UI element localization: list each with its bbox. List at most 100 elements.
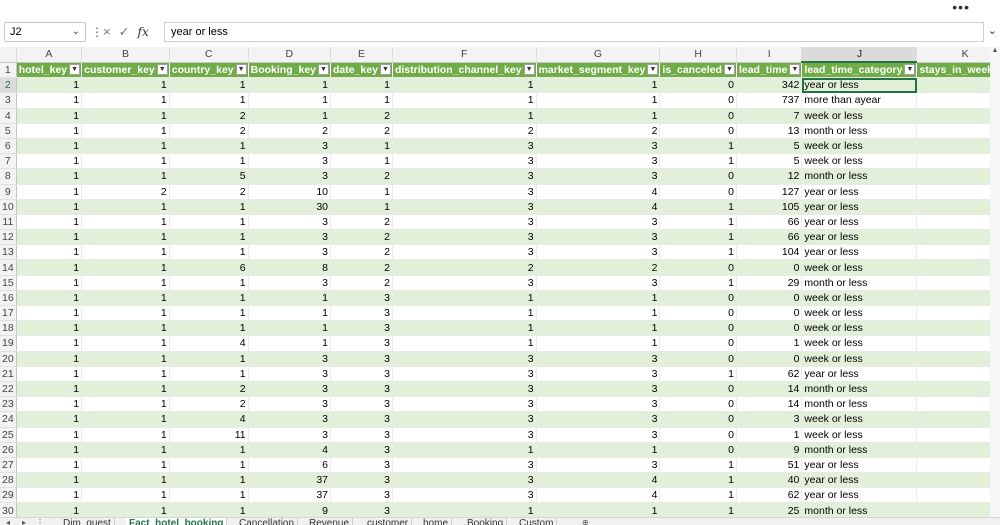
table-cell[interactable]: 0 xyxy=(659,92,737,109)
table-cell[interactable]: 3 xyxy=(536,411,661,428)
table-cell[interactable]: 1 xyxy=(81,77,170,94)
table-cell[interactable]: 1 xyxy=(392,77,537,94)
table-cell[interactable]: 3 xyxy=(392,411,537,428)
table-cell[interactable]: 1 xyxy=(16,92,83,109)
table-cell[interactable] xyxy=(916,411,1000,428)
table-cell[interactable]: 3 xyxy=(536,275,661,291)
row-number[interactable]: 4 xyxy=(0,108,17,124)
table-cell[interactable]: 66 xyxy=(736,229,803,246)
column-header-b[interactable]: B xyxy=(81,47,170,63)
table-cell[interactable] xyxy=(916,153,1000,170)
table-cell[interactable]: 9 xyxy=(248,502,332,517)
filter-dropdown-icon[interactable]: ▼ xyxy=(235,63,247,75)
table-cell[interactable]: 3 xyxy=(536,366,661,382)
table-cell[interactable] xyxy=(916,168,1000,185)
table-cell[interactable]: year or less xyxy=(801,199,918,215)
table-cell[interactable]: 14 xyxy=(736,396,803,413)
table-cell[interactable]: 3 xyxy=(536,427,661,443)
tab-options-icon[interactable]: ⋮ xyxy=(36,518,44,525)
table-cell[interactable]: 0 xyxy=(659,396,737,413)
table-cell[interactable]: 1 xyxy=(81,366,170,382)
table-cell[interactable]: 3 xyxy=(392,244,537,261)
row-number[interactable]: 6 xyxy=(0,138,17,155)
sheet-tab[interactable]: Custom xyxy=(516,518,558,525)
row-number[interactable]: 14 xyxy=(0,259,17,276)
table-cell[interactable]: 12 xyxy=(736,168,803,185)
table-cell[interactable] xyxy=(916,199,1000,215)
table-cell[interactable]: 3 xyxy=(536,381,661,398)
table-cell[interactable]: 14 xyxy=(736,381,803,398)
table-cell[interactable]: 1 xyxy=(169,320,249,337)
table-cell[interactable]: week or less xyxy=(801,138,918,155)
table-cell[interactable]: 3 xyxy=(330,487,393,504)
table-cell[interactable]: 3 xyxy=(392,275,537,291)
sheet-tab[interactable]: Revenue xyxy=(306,518,354,525)
table-cell[interactable]: 1 xyxy=(16,320,83,337)
table-cell[interactable]: 0 xyxy=(736,351,803,367)
enter-icon[interactable]: ✓ xyxy=(119,22,130,42)
column-header-h[interactable]: H xyxy=(659,47,737,63)
table-cell[interactable]: 1 xyxy=(392,442,537,458)
table-cell[interactable]: 1 xyxy=(81,457,170,474)
table-cell[interactable]: 3 xyxy=(536,153,661,170)
table-cell[interactable]: 1 xyxy=(81,396,170,413)
table-cell[interactable]: 2 xyxy=(330,259,393,276)
table-cell[interactable]: 1 xyxy=(392,305,537,322)
table-cell[interactable]: 1 xyxy=(169,472,249,489)
table-cell[interactable]: 1 xyxy=(81,259,170,276)
table-cell[interactable]: 4 xyxy=(169,411,249,428)
table-cell[interactable]: 3 xyxy=(536,351,661,367)
table-cell[interactable]: 1 xyxy=(248,320,332,337)
table-cell[interactable]: 1 xyxy=(16,244,83,261)
table-header-cell[interactable]: country_key ▼ xyxy=(169,62,249,79)
table-cell[interactable]: 0 xyxy=(659,381,737,398)
table-cell[interactable]: 0 xyxy=(659,427,737,443)
table-cell[interactable]: 3 xyxy=(248,168,332,185)
table-cell[interactable]: 1 xyxy=(81,229,170,246)
table-cell[interactable]: 1 xyxy=(81,290,170,307)
table-cell[interactable]: 3 xyxy=(536,168,661,185)
table-cell[interactable]: month or less xyxy=(801,502,918,517)
sheet-tab[interactable]: Booking xyxy=(464,518,508,525)
table-cell[interactable]: 11 xyxy=(169,427,249,443)
table-cell[interactable]: 1 xyxy=(736,335,803,352)
table-cell[interactable]: 1 xyxy=(659,199,737,215)
table-header-cell[interactable]: Booking_key ▼ xyxy=(248,62,332,79)
table-cell[interactable] xyxy=(916,427,1000,443)
table-cell[interactable]: 3 xyxy=(392,472,537,489)
table-cell[interactable]: 3 xyxy=(248,153,332,170)
table-cell[interactable]: 1 xyxy=(330,199,393,215)
table-cell[interactable]: 2 xyxy=(169,123,249,139)
row-number[interactable]: 30 xyxy=(0,502,17,517)
table-cell[interactable] xyxy=(916,138,1000,155)
table-cell[interactable]: 1 xyxy=(169,351,249,367)
table-cell[interactable]: 1 xyxy=(392,290,537,307)
table-cell[interactable]: 1 xyxy=(392,335,537,352)
filter-dropdown-icon[interactable]: ▼ xyxy=(723,63,735,75)
table-cell[interactable]: 1 xyxy=(16,138,83,155)
table-cell[interactable]: 3 xyxy=(248,396,332,413)
table-cell[interactable]: 3 xyxy=(248,427,332,443)
row-number[interactable]: 10 xyxy=(0,199,17,215)
table-cell[interactable]: 0 xyxy=(659,123,737,139)
table-cell[interactable] xyxy=(916,123,1000,139)
table-cell[interactable]: 1 xyxy=(169,92,249,109)
table-cell[interactable]: 1 xyxy=(169,502,249,517)
table-cell[interactable] xyxy=(916,472,1000,489)
table-cell[interactable]: 3 xyxy=(330,427,393,443)
table-cell[interactable]: 1 xyxy=(81,108,170,124)
table-cell[interactable]: 3 xyxy=(248,244,332,261)
table-cell[interactable]: 4 xyxy=(536,472,661,489)
row-number[interactable]: 24 xyxy=(0,411,17,428)
table-cell[interactable]: 62 xyxy=(736,366,803,382)
table-cell[interactable]: 1 xyxy=(248,77,332,94)
column-header-e[interactable]: E xyxy=(330,47,393,63)
row-number[interactable]: 28 xyxy=(0,472,17,489)
active-cell[interactable]: year or less xyxy=(801,77,918,94)
table-cell[interactable]: 1 xyxy=(659,366,737,382)
table-cell[interactable]: 2 xyxy=(81,184,170,200)
table-cell[interactable]: 3 xyxy=(248,366,332,382)
table-cell[interactable]: 1 xyxy=(16,366,83,382)
table-cell[interactable]: 0 xyxy=(659,184,737,200)
table-cell[interactable]: week or less xyxy=(801,153,918,170)
